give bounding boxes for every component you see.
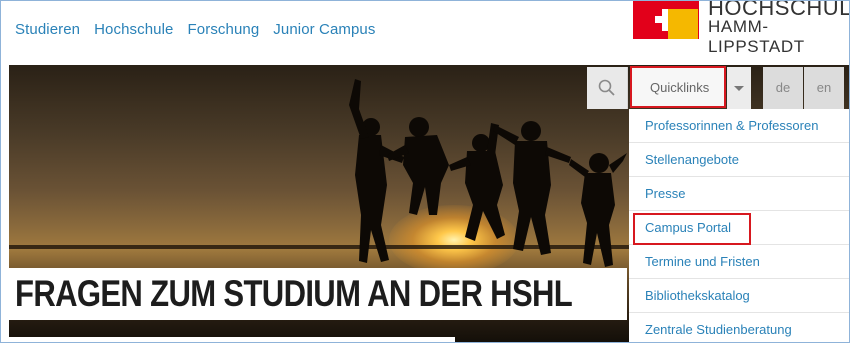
quicklink-label: Professorinnen & Professoren [645,118,819,133]
quicklink-studienberatung[interactable]: Zentrale Studienberatung [629,313,849,342]
logo-text-line2: HAMM-LIPPSTADT [708,17,805,56]
browser-frame: Studieren Hochschule Forschung Junior Ca… [0,0,850,343]
nav-junior-campus[interactable]: Junior Campus [273,21,375,38]
quicklink-bibliothekskatalog[interactable]: Bibliothekskatalog [629,279,849,313]
chevron-down-icon[interactable] [727,67,751,109]
search-icon [598,79,615,96]
quicklink-professoren[interactable]: Professorinnen & Professoren [629,109,849,143]
nav-forschung[interactable]: Forschung [188,21,260,38]
search-button[interactable] [587,67,628,109]
quicklinks-label: Quicklinks [650,80,710,95]
quicklink-label: Termine und Fristen [645,254,760,269]
logo-mark-yellow [668,9,698,39]
quicklink-stellenangebote[interactable]: Stellenangebote [629,143,849,177]
campus-portal-highlight [633,213,751,245]
quicklink-label: Zentrale Studienberatung [645,322,792,337]
quicklink-termine[interactable]: Termine und Fristen [629,245,849,279]
quicklink-label: Presse [645,186,686,201]
main-nav: Studieren Hochschule Forschung Junior Ca… [15,21,375,38]
language-en[interactable]: en [804,67,844,109]
quicklink-presse[interactable]: Presse [629,177,849,211]
quicklink-label: Bibliothekskatalog [645,288,750,303]
content-box-top [9,337,455,342]
nav-studieren[interactable]: Studieren [15,21,80,38]
quicklinks-dropdown[interactable]: Quicklinks [630,66,726,108]
quicklink-label: Stellenangebote [645,152,739,167]
nav-hochschule[interactable]: Hochschule [94,21,173,38]
language-de[interactable]: de [763,67,803,109]
hero-headline: FRAGEN ZUM STUDIUM AN DER HSHL [15,273,573,314]
